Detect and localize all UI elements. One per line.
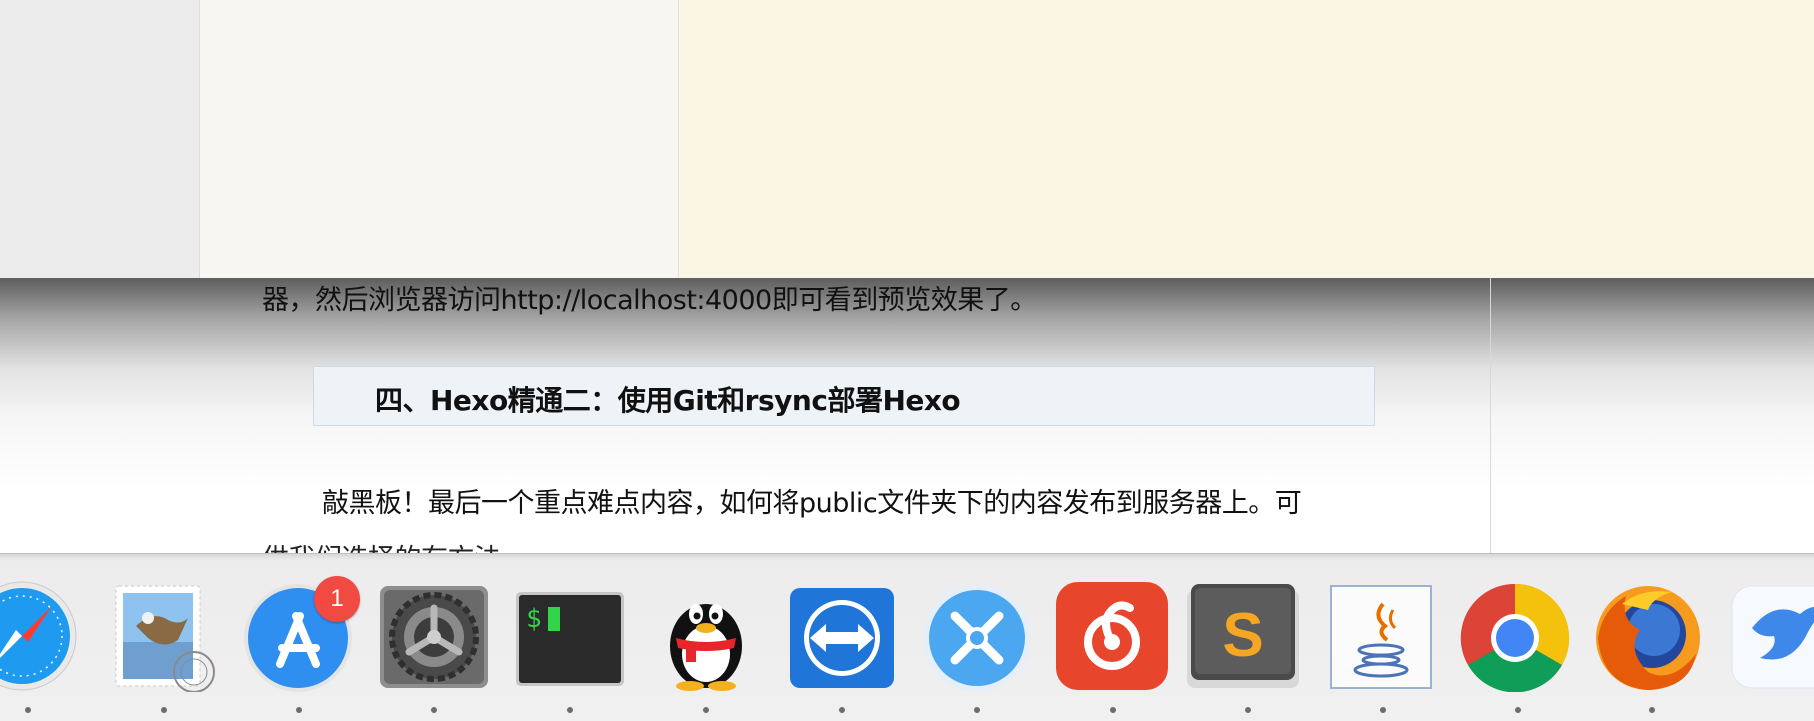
qq-icon[interactable] <box>650 580 762 692</box>
running-indicator <box>974 707 980 713</box>
running-indicator <box>161 707 167 713</box>
running-indicator <box>567 707 573 713</box>
running-indicator <box>431 707 437 713</box>
section-heading: 四、Hexo精通二：使用Git和rsync部署Hexo <box>375 384 961 417</box>
left-gray-pane <box>0 0 200 278</box>
teamviewer-icon[interactable] <box>786 580 898 692</box>
netease-music-icon[interactable] <box>1056 580 1168 692</box>
dock: 1 $ S <box>0 553 1814 721</box>
terminal-prompt: $ <box>526 604 542 634</box>
bird-app-icon[interactable] <box>1730 580 1814 692</box>
note-content-pane[interactable] <box>679 0 1814 278</box>
running-indicator <box>839 707 845 713</box>
sublime-text-icon[interactable]: S <box>1187 580 1299 692</box>
running-indicator <box>296 707 302 713</box>
article-paragraph-line: 敲黑板！最后一个重点难点内容，如何将public文件夹下的内容发布到服务器上。可 <box>322 488 1302 519</box>
running-indicator <box>1649 707 1655 713</box>
article-view: 器，然后浏览器访问http://localhost:4000即可看到预览效果了。… <box>0 278 1814 553</box>
article-paragraph-line: 供我们选择的有方法 <box>262 537 501 553</box>
firefox-icon[interactable] <box>1592 580 1704 692</box>
running-indicator <box>703 707 709 713</box>
running-indicator <box>1380 707 1386 713</box>
safari-icon[interactable] <box>0 580 78 692</box>
notification-badge: 1 <box>314 576 360 622</box>
chrome-icon[interactable] <box>1459 580 1571 692</box>
java-icon[interactable] <box>1329 580 1441 692</box>
running-indicator <box>1515 707 1521 713</box>
xmind-icon[interactable] <box>921 580 1033 692</box>
running-indicator <box>1110 707 1116 713</box>
article-paragraph-line: 器，然后浏览器访问http://localhost:4000即可看到预览效果了。 <box>262 285 1037 316</box>
note-list-pane[interactable] <box>200 0 679 278</box>
sublime-letter: S <box>1222 601 1263 670</box>
section-heading-box: 四、Hexo精通二：使用Git和rsync部署Hexo <box>313 366 1375 426</box>
terminal-icon[interactable]: $ <box>514 580 626 692</box>
article-sidebar <box>1490 278 1814 553</box>
system-preferences-icon[interactable] <box>378 580 490 692</box>
running-indicator <box>25 707 31 713</box>
app-store-icon[interactable]: 1 <box>242 576 360 692</box>
mail-icon[interactable] <box>108 580 220 692</box>
running-indicator <box>1245 707 1251 713</box>
